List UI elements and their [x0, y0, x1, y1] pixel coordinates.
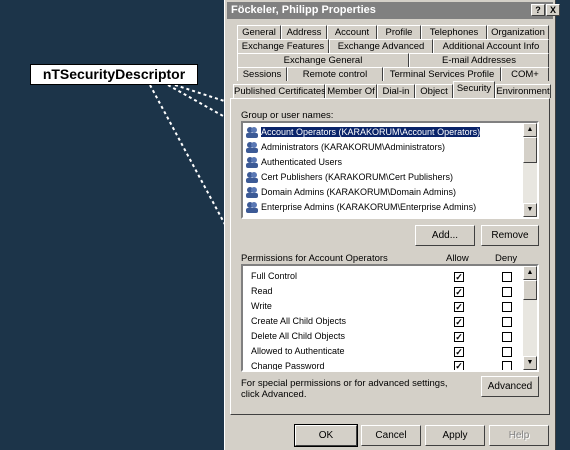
tab-general[interactable]: General [237, 25, 281, 39]
tab-profile[interactable]: Profile [377, 25, 421, 39]
tab-email-addresses[interactable]: E-mail Addresses [409, 53, 549, 67]
permissions-list[interactable]: Full Control ✓ Read ✓ Write ✓ Create All… [241, 264, 539, 372]
scroll-thumb[interactable] [523, 280, 537, 300]
permissions-scrollbar[interactable]: ▲ ▼ [523, 266, 537, 370]
allow-header: Allow [446, 253, 469, 264]
permissions-label: Permissions for Account Operators [241, 253, 388, 264]
tab-environment[interactable]: Environment [495, 84, 551, 98]
allow-checkbox[interactable]: ✓ [454, 272, 464, 282]
scroll-up-arrow-icon[interactable]: ▲ [523, 266, 537, 280]
apply-button[interactable]: Apply [425, 425, 485, 446]
list-item[interactable]: Enterprise Admins (KARAKORUM\Enterprise … [245, 200, 476, 215]
advanced-note-line2: click Advanced. [241, 389, 307, 400]
help-title-button[interactable]: ? [531, 4, 545, 16]
tab-additional-account-info[interactable]: Additional Account Info [433, 39, 549, 53]
tab-exchange-advanced[interactable]: Exchange Advanced [329, 39, 433, 53]
tab-organization[interactable]: Organization [487, 25, 549, 39]
callout-label: nTSecurityDescriptor [30, 64, 198, 85]
list-item[interactable]: Account Operators (KARAKORUM\Account Ope… [245, 125, 482, 140]
allow-checkbox[interactable]: ✓ [454, 317, 464, 327]
allow-checkbox[interactable]: ✓ [454, 302, 464, 312]
groups-scrollbar[interactable]: ▲ ▼ [523, 123, 537, 217]
ok-button[interactable]: OK [294, 424, 358, 447]
group-icon [246, 172, 258, 184]
tab-com-plus[interactable]: COM+ [501, 67, 549, 81]
deny-checkbox[interactable] [502, 347, 512, 357]
properties-dialog: Föckeler, Philipp Properties ? X General… [224, 0, 560, 450]
permission-row: Change Password [251, 361, 325, 371]
deny-checkbox[interactable] [502, 272, 512, 282]
tab-object[interactable]: Object [415, 84, 453, 98]
permission-row: Full Control [251, 271, 298, 281]
group-icon [246, 142, 258, 154]
advanced-button[interactable]: Advanced [481, 376, 539, 397]
allow-checkbox[interactable]: ✓ [454, 347, 464, 357]
remove-button[interactable]: Remove [481, 225, 539, 246]
help-button[interactable]: Help [489, 425, 549, 446]
tab-published-certificates[interactable]: Published Certificates [233, 84, 326, 98]
close-title-button[interactable]: X [546, 4, 560, 16]
deny-checkbox[interactable] [502, 332, 512, 342]
deny-checkbox[interactable] [502, 302, 512, 312]
allow-checkbox[interactable]: ✓ [454, 332, 464, 342]
allow-checkbox[interactable]: ✓ [454, 287, 464, 297]
group-names-label: Group or user names: [241, 110, 334, 121]
list-item[interactable]: Cert Publishers (KARAKORUM\Cert Publishe… [245, 170, 453, 185]
tab-exchange-general[interactable]: Exchange General [237, 53, 409, 67]
tab-exchange-features[interactable]: Exchange Features [237, 39, 329, 53]
cancel-button[interactable]: Cancel [361, 425, 421, 446]
permission-row: Create All Child Objects [251, 316, 347, 326]
scroll-up-arrow-icon[interactable]: ▲ [523, 123, 537, 137]
tab-dial-in[interactable]: Dial-in [377, 84, 415, 98]
tab-security[interactable]: Security [453, 81, 495, 98]
title-bar: Föckeler, Philipp Properties ? X [227, 2, 560, 19]
advanced-note-line1: For special permissions or for advanced … [241, 378, 448, 389]
group-icon [246, 127, 258, 139]
deny-checkbox[interactable] [502, 287, 512, 297]
permission-row: Delete All Child Objects [251, 331, 346, 341]
tab-terminal-services-profile[interactable]: Terminal Services Profile [383, 67, 501, 81]
tab-account[interactable]: Account [327, 25, 377, 39]
scroll-down-arrow-icon[interactable]: ▼ [523, 356, 537, 370]
scroll-down-arrow-icon[interactable]: ▼ [523, 203, 537, 217]
permission-row: Read [251, 286, 273, 296]
scroll-thumb[interactable] [523, 137, 537, 163]
dialog-title: Föckeler, Philipp Properties [231, 4, 376, 16]
permission-row: Write [251, 301, 272, 311]
deny-checkbox[interactable] [502, 361, 512, 370]
add-button[interactable]: Add... [415, 225, 475, 246]
tab-telephones[interactable]: Telephones [421, 25, 487, 39]
list-item[interactable]: Administrators (KARAKORUM\Administrators… [245, 140, 445, 155]
permission-row: Allowed to Authenticate [251, 346, 345, 356]
group-icon [246, 157, 258, 169]
allow-checkbox[interactable]: ✓ [454, 361, 464, 370]
tab-address[interactable]: Address [281, 25, 327, 39]
deny-checkbox[interactable] [502, 317, 512, 327]
group-icon [246, 187, 258, 199]
tab-member-of[interactable]: Member Of [325, 84, 377, 98]
deny-header: Deny [495, 253, 518, 264]
tab-sessions[interactable]: Sessions [237, 67, 287, 81]
list-item[interactable]: Authenticated Users [245, 155, 342, 170]
group-icon [246, 202, 258, 214]
list-item[interactable]: Domain Admins (KARAKORUM\Domain Admins) [245, 185, 456, 200]
tab-remote-control[interactable]: Remote control [287, 67, 383, 81]
group-names-list[interactable]: Account Operators (KARAKORUM\Account Ope… [241, 121, 539, 219]
